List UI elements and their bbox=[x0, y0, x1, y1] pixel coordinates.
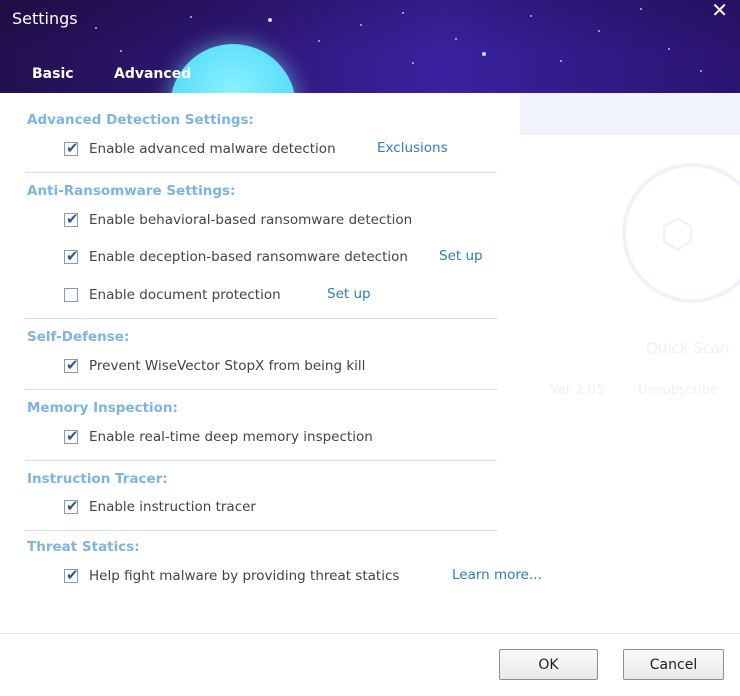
section-title-advanced-detection: Advanced Detection Settings: bbox=[27, 112, 254, 128]
star-decoration bbox=[402, 12, 404, 14]
option-threat-statics[interactable]: ✔ Help fight malware by providing threat… bbox=[64, 566, 400, 585]
check-icon: ✔ bbox=[66, 210, 79, 228]
settings-header: Settings ✕ Basic Advanced bbox=[0, 0, 740, 93]
checkbox-checked[interactable]: ✔ bbox=[64, 497, 79, 515]
option-label: Help fight malware by providing threat s… bbox=[89, 568, 400, 584]
section-divider bbox=[25, 530, 497, 531]
option-behavioral-ransomware[interactable]: ✔ Enable behavioral-based ransomware det… bbox=[64, 210, 413, 229]
option-memory-inspection[interactable]: ✔ Enable real-time deep memory inspectio… bbox=[64, 427, 373, 446]
checkbox-unchecked[interactable] bbox=[64, 288, 78, 302]
star-decoration bbox=[318, 40, 320, 42]
document-protection-setup-link[interactable]: Set up bbox=[327, 286, 371, 302]
option-label: Enable advanced malware detection bbox=[89, 141, 336, 157]
star-decoration bbox=[530, 15, 532, 17]
star-decoration bbox=[640, 8, 642, 10]
option-label: Prevent WiseVector StopX from being kill bbox=[89, 358, 366, 374]
check-icon: ✔ bbox=[66, 139, 79, 157]
option-label: Enable instruction tracer bbox=[89, 499, 256, 515]
checkbox-checked[interactable]: ✔ bbox=[64, 139, 79, 157]
option-advanced-malware-detection[interactable]: ✔ Enable advanced malware detection bbox=[64, 139, 336, 158]
checkbox-checked[interactable]: ✔ bbox=[64, 247, 79, 265]
section-divider bbox=[25, 318, 497, 319]
star-decoration bbox=[700, 70, 702, 72]
option-label: Enable behavioral-based ransomware detec… bbox=[89, 212, 413, 228]
section-title-memory-inspection: Memory Inspection: bbox=[27, 400, 178, 416]
check-icon: ✔ bbox=[66, 427, 79, 445]
star-decoration bbox=[95, 27, 97, 29]
advanced-settings-panel: Advanced Detection Settings: ✔ Enable ad… bbox=[0, 93, 740, 696]
deception-setup-link[interactable]: Set up bbox=[439, 248, 483, 264]
star-decoration bbox=[120, 50, 122, 52]
check-icon: ✔ bbox=[66, 247, 79, 265]
section-title-instruction-tracer: Instruction Tracer: bbox=[27, 471, 168, 487]
option-label: Enable real-time deep memory inspection bbox=[89, 429, 373, 445]
close-icon[interactable]: ✕ bbox=[711, 0, 728, 20]
section-divider bbox=[25, 172, 497, 173]
cancel-button[interactable]: Cancel bbox=[623, 649, 724, 680]
star-decoration bbox=[190, 16, 192, 18]
star-decoration bbox=[560, 60, 562, 62]
star-decoration bbox=[412, 62, 414, 64]
option-instruction-tracer[interactable]: ✔ Enable instruction tracer bbox=[64, 497, 256, 516]
window-title: Settings bbox=[12, 9, 78, 28]
check-icon: ✔ bbox=[66, 356, 79, 374]
checkbox-checked[interactable]: ✔ bbox=[64, 356, 79, 374]
star-decoration bbox=[360, 24, 362, 26]
star-decoration bbox=[482, 52, 486, 56]
check-icon: ✔ bbox=[66, 497, 79, 515]
section-title-threat-statics: Threat Statics: bbox=[27, 539, 140, 555]
section-title-self-defense: Self-Defense: bbox=[27, 329, 130, 345]
star-decoration bbox=[268, 18, 272, 22]
option-deception-ransomware[interactable]: ✔ Enable deception-based ransomware dete… bbox=[64, 247, 408, 266]
star-decoration bbox=[455, 38, 457, 40]
ok-button[interactable]: OK bbox=[499, 649, 598, 680]
section-divider bbox=[25, 460, 497, 461]
option-label: Enable deception-based ransomware detect… bbox=[89, 249, 408, 265]
tab-basic[interactable]: Basic bbox=[32, 66, 74, 82]
footer-divider bbox=[0, 633, 740, 634]
check-icon: ✔ bbox=[66, 566, 79, 584]
star-decoration bbox=[598, 30, 600, 32]
star-decoration bbox=[668, 48, 670, 50]
checkbox-checked[interactable]: ✔ bbox=[64, 566, 79, 584]
exclusions-link[interactable]: Exclusions bbox=[377, 140, 448, 156]
option-prevent-kill[interactable]: ✔ Prevent WiseVector StopX from being ki… bbox=[64, 356, 366, 375]
checkbox-checked[interactable]: ✔ bbox=[64, 427, 79, 445]
checkbox-checked[interactable]: ✔ bbox=[64, 210, 79, 228]
option-document-protection[interactable]: Enable document protection bbox=[64, 286, 281, 304]
option-label: Enable document protection bbox=[89, 287, 281, 303]
tab-advanced[interactable]: Advanced bbox=[114, 66, 191, 82]
section-divider bbox=[25, 389, 497, 390]
section-title-anti-ransomware: Anti-Ransomware Settings: bbox=[27, 183, 236, 199]
learn-more-link[interactable]: Learn more... bbox=[452, 567, 542, 583]
